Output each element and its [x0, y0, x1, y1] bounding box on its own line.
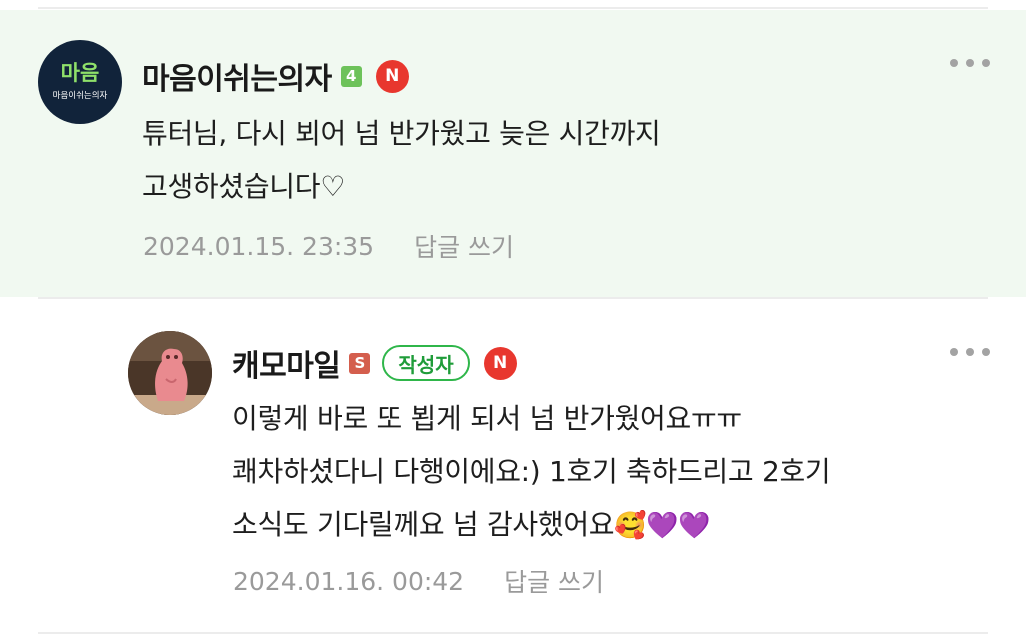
comment-header: 마음이쉬는의자 4 N — [142, 55, 409, 97]
nickname[interactable]: 캐모마일 — [232, 341, 341, 385]
avatar-logo-text: 마음 — [60, 61, 100, 86]
avatar-photo-icon — [128, 331, 212, 415]
naver-badge-icon: N — [483, 346, 517, 380]
avatar[interactable]: 마음 마음이쉬는의자 — [38, 40, 122, 124]
naver-badge-icon: N — [375, 59, 409, 93]
comment-meta: 2024.01.16. 00:42 답글 쓰기 — [233, 563, 604, 599]
timestamp: 2024.01.16. 00:42 — [233, 566, 465, 596]
comment-header: 캐모마일 S 작성자 N — [232, 342, 517, 384]
comment-meta: 2024.01.15. 23:35 답글 쓰기 — [143, 228, 514, 264]
reply-button[interactable]: 답글 쓰기 — [504, 563, 604, 599]
staff-badge-icon: S — [349, 352, 371, 374]
avatar[interactable] — [128, 331, 212, 415]
comment-item: 마음 마음이쉬는의자 마음이쉬는의자 4 N 튜터님, 다시 뵈어 넘 반가웠고… — [0, 10, 1026, 297]
bottom-divider — [38, 632, 988, 634]
nickname[interactable]: 마음이쉬는의자 — [142, 54, 332, 98]
comment-text: 튜터님, 다시 뵈어 넘 반가웠고 늦은 시간까지 고생하셨습니다♡ — [142, 117, 661, 203]
level-badge-icon: 4 — [340, 65, 362, 87]
top-divider — [38, 7, 988, 9]
comment-text-body: 이렇게 바로 또 뵙게 되서 넘 반가웠어요ㅠㅠ 쾌차하셨다니 다행이에요:) … — [232, 402, 831, 541]
more-dots-icon[interactable] — [950, 57, 990, 69]
more-dots-icon[interactable] — [950, 346, 990, 358]
emoji-icon: 🥰💜💜 — [614, 511, 711, 541]
author-badge: 작성자 — [382, 345, 470, 381]
timestamp: 2024.01.15. 23:35 — [143, 231, 375, 261]
comment-item-reply: 캐모마일 S 작성자 N 이렇게 바로 또 뵙게 되서 넘 반가웠어요ㅠㅠ 쾌차… — [0, 300, 1026, 632]
avatar-logo-subtext: 마음이쉬는의자 — [52, 91, 108, 102]
divider — [38, 297, 988, 299]
comment-text: 이렇게 바로 또 뵙게 되서 넘 반가웠어요ㅠㅠ 쾌차하셨다니 다행이에요:) … — [232, 392, 1012, 553]
reply-button[interactable]: 답글 쓰기 — [414, 228, 514, 264]
